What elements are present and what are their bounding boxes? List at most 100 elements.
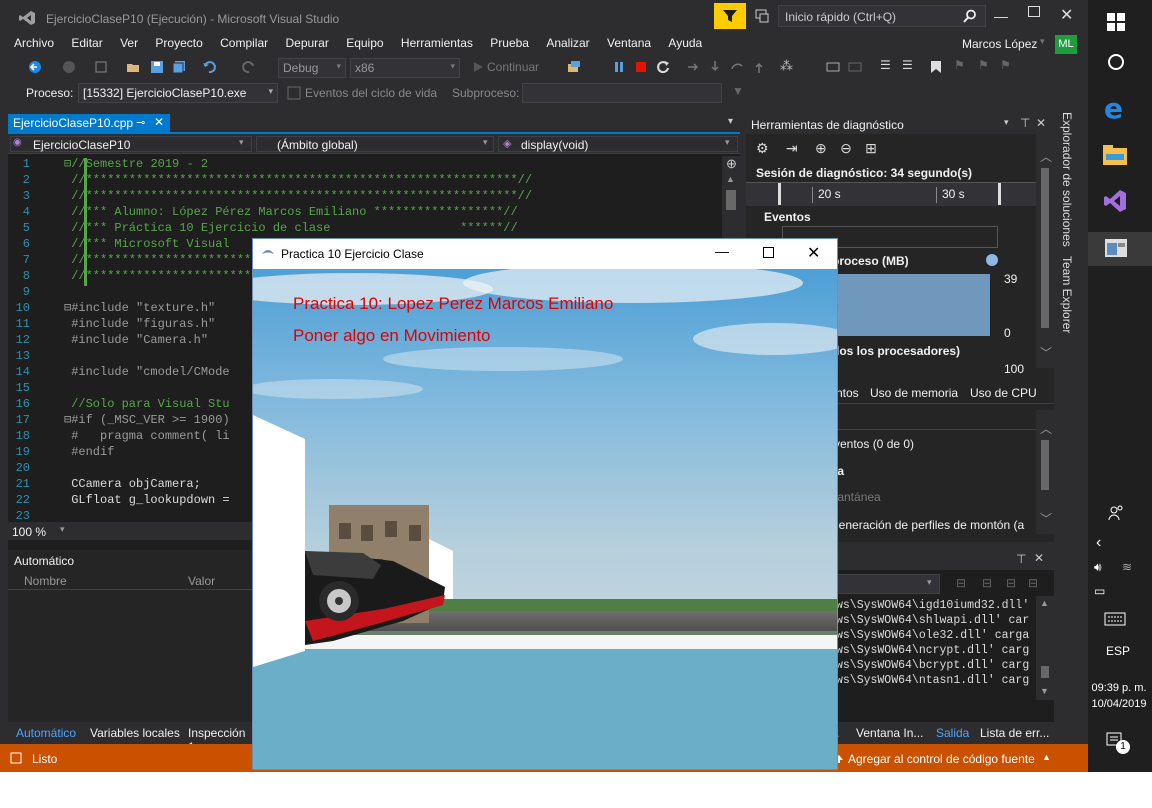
- prev-bookmark-icon[interactable]: ⚑: [954, 58, 965, 72]
- diag-scrollbar-2[interactable]: ︿ ﹀: [1036, 410, 1054, 534]
- menu-herramientas[interactable]: Herramientas: [401, 36, 473, 50]
- timeline-ruler[interactable]: 20 s 30 s: [746, 182, 1036, 206]
- code-line[interactable]: 3 //************************************…: [8, 188, 722, 204]
- project-combo[interactable]: ◉ EjercicioClaseP10 ▾: [10, 136, 252, 152]
- export-icon[interactable]: ⇥: [786, 140, 798, 156]
- prev-message-icon[interactable]: ⊟: [982, 576, 992, 590]
- opengl-titlebar[interactable]: Practica 10 Ejercicio Clase — ✕: [253, 239, 837, 269]
- scroll-up-icon[interactable]: ▲: [726, 174, 735, 184]
- col-name[interactable]: Nombre: [24, 574, 67, 588]
- menu-archivo[interactable]: Archivo: [14, 36, 54, 50]
- tab-team-explorer[interactable]: Team Explorer: [1060, 256, 1074, 333]
- code-line[interactable]: 1 ⊟//Semestre 2019 - 2: [8, 156, 722, 172]
- pin-icon[interactable]: ⊤: [1020, 116, 1030, 130]
- quick-launch-field[interactable]: Inicio rápido (Ctrl+Q): [778, 5, 986, 27]
- filter-threads-icon[interactable]: ▼: [732, 84, 744, 98]
- scroll-down-icon[interactable]: ﹀: [1040, 344, 1052, 361]
- tab-overflow-icon[interactable]: ▾: [728, 116, 733, 127]
- save-all-icon[interactable]: [172, 60, 186, 74]
- bookmark-icon[interactable]: [930, 60, 942, 74]
- step-next-icon[interactable]: [686, 60, 700, 74]
- output-scrollbar[interactable]: ▲ ▼: [1036, 596, 1054, 700]
- col-value[interactable]: Valor: [188, 574, 215, 588]
- scroll-down-icon[interactable]: ﹀: [1040, 510, 1052, 527]
- zoom-in-icon[interactable]: ⊕: [815, 140, 827, 156]
- visual-studio-taskbar-icon[interactable]: [1102, 188, 1128, 214]
- code-line[interactable]: 4 //*** Alumno: López Pérez Marcos Emili…: [8, 204, 722, 220]
- edge-icon[interactable]: e: [1104, 92, 1123, 125]
- opengl-render-area[interactable]: Practica 10: Lopez Perez Marcos Emiliano…: [253, 269, 837, 769]
- battery-icon[interactable]: ▭: [1094, 584, 1105, 598]
- tab-error-list[interactable]: Lista de err...: [980, 726, 1049, 740]
- tab-locals[interactable]: Variables locales: [90, 726, 180, 740]
- tab-memory[interactable]: Uso de memoria: [870, 386, 958, 400]
- forward-icon[interactable]: [62, 60, 76, 74]
- snapshot-row[interactable]: tantánea: [834, 490, 881, 504]
- tab-events[interactable]: ntos: [836, 386, 859, 400]
- user-avatar[interactable]: ML: [1055, 35, 1077, 54]
- code-line[interactable]: 2 //************************************…: [8, 172, 722, 188]
- clock-date[interactable]: 10/04/2019: [1086, 698, 1152, 710]
- clear-output-icon[interactable]: ⊟: [1028, 576, 1038, 590]
- platform-select[interactable]: x86 ▾: [350, 58, 460, 78]
- lifecycle-icon[interactable]: [287, 86, 301, 100]
- align-left-icon[interactable]: ☰: [880, 58, 891, 72]
- thread-select[interactable]: [522, 83, 722, 103]
- lifecycle-label[interactable]: Eventos del ciclo de vida: [305, 86, 437, 100]
- menu-equipo[interactable]: Equipo: [346, 36, 383, 50]
- menu-ayuda[interactable]: Ayuda: [668, 36, 702, 50]
- volume-icon[interactable]: 🔊︎: [1094, 560, 1102, 575]
- reset-zoom-icon[interactable]: ⊞: [865, 140, 877, 156]
- menu-ventana[interactable]: Ventana: [607, 36, 651, 50]
- member-combo[interactable]: ◈ display(void) ▾: [498, 136, 738, 152]
- back-icon[interactable]: [28, 60, 42, 74]
- zoom-out-icon[interactable]: ⊖: [840, 140, 852, 156]
- pin-icon[interactable]: ⊤: [1016, 552, 1026, 566]
- keyboard-icon[interactable]: [1104, 612, 1126, 626]
- scroll-down-icon[interactable]: ▼: [1040, 686, 1049, 696]
- source-control-button[interactable]: Agregar al control de código fuente: [848, 752, 1035, 766]
- output-source-select[interactable]: ▾: [836, 574, 940, 594]
- scroll-up-icon[interactable]: ︿: [1040, 148, 1052, 165]
- menu-prueba[interactable]: Prueba: [490, 36, 529, 50]
- next-bookmark-icon[interactable]: ⚑: [978, 58, 989, 72]
- user-name[interactable]: Marcos López: [962, 37, 1037, 51]
- redo-icon[interactable]: [242, 60, 256, 74]
- pause-icon[interactable]: [612, 60, 626, 74]
- gl-close-button[interactable]: ✕: [807, 243, 820, 263]
- events-count[interactable]: ventos (0 de 0): [834, 437, 914, 451]
- menu-ver[interactable]: Ver: [120, 36, 138, 50]
- gl-maximize-button[interactable]: [763, 247, 774, 258]
- pin-icon[interactable]: ⊸: [136, 116, 145, 129]
- show-hidden-icons-icon[interactable]: ‹: [1096, 534, 1101, 552]
- gl-minimize-button[interactable]: —: [715, 243, 729, 259]
- process-select[interactable]: [15332] EjercicioClaseP10.exe ▾: [78, 83, 278, 103]
- step-out-icon[interactable]: [752, 60, 766, 74]
- continue-play-icon[interactable]: [472, 61, 484, 73]
- cortana-icon[interactable]: [1106, 52, 1126, 72]
- process-debug-icon[interactable]: [566, 60, 582, 74]
- scroll-up-icon[interactable]: ▲: [1040, 598, 1049, 608]
- next-message-icon[interactable]: ⊟: [1006, 576, 1016, 590]
- notifications-icon[interactable]: [754, 8, 770, 24]
- file-explorer-icon[interactable]: [1102, 144, 1128, 166]
- wifi-icon[interactable]: ≋: [1122, 560, 1132, 574]
- find-message-icon[interactable]: ⊟: [956, 576, 966, 590]
- open-file-icon[interactable]: [126, 60, 140, 74]
- new-project-icon[interactable]: [94, 60, 108, 74]
- split-icon[interactable]: ⊕: [726, 156, 737, 172]
- close-button[interactable]: ✕: [1060, 5, 1073, 25]
- language-indicator[interactable]: ESP: [1106, 644, 1130, 658]
- config-select[interactable]: Debug ▾: [278, 58, 346, 78]
- tab-autos[interactable]: Automático: [16, 726, 76, 740]
- scroll-thumb[interactable]: [726, 190, 736, 210]
- clear-bookmark-icon[interactable]: ⚑: [1000, 58, 1011, 72]
- scroll-up-icon[interactable]: ︿: [1040, 420, 1052, 437]
- people-icon[interactable]: [1108, 504, 1124, 522]
- restart-icon[interactable]: [656, 60, 670, 74]
- minimize-button[interactable]: —: [994, 8, 1008, 24]
- step-over-icon[interactable]: [730, 60, 744, 74]
- opengl-window[interactable]: Practica 10 Ejercicio Clase — ✕ Practica…: [252, 238, 838, 770]
- menu-compilar[interactable]: Compilar: [220, 36, 268, 50]
- panel-menu-icon[interactable]: ▾: [1004, 117, 1009, 128]
